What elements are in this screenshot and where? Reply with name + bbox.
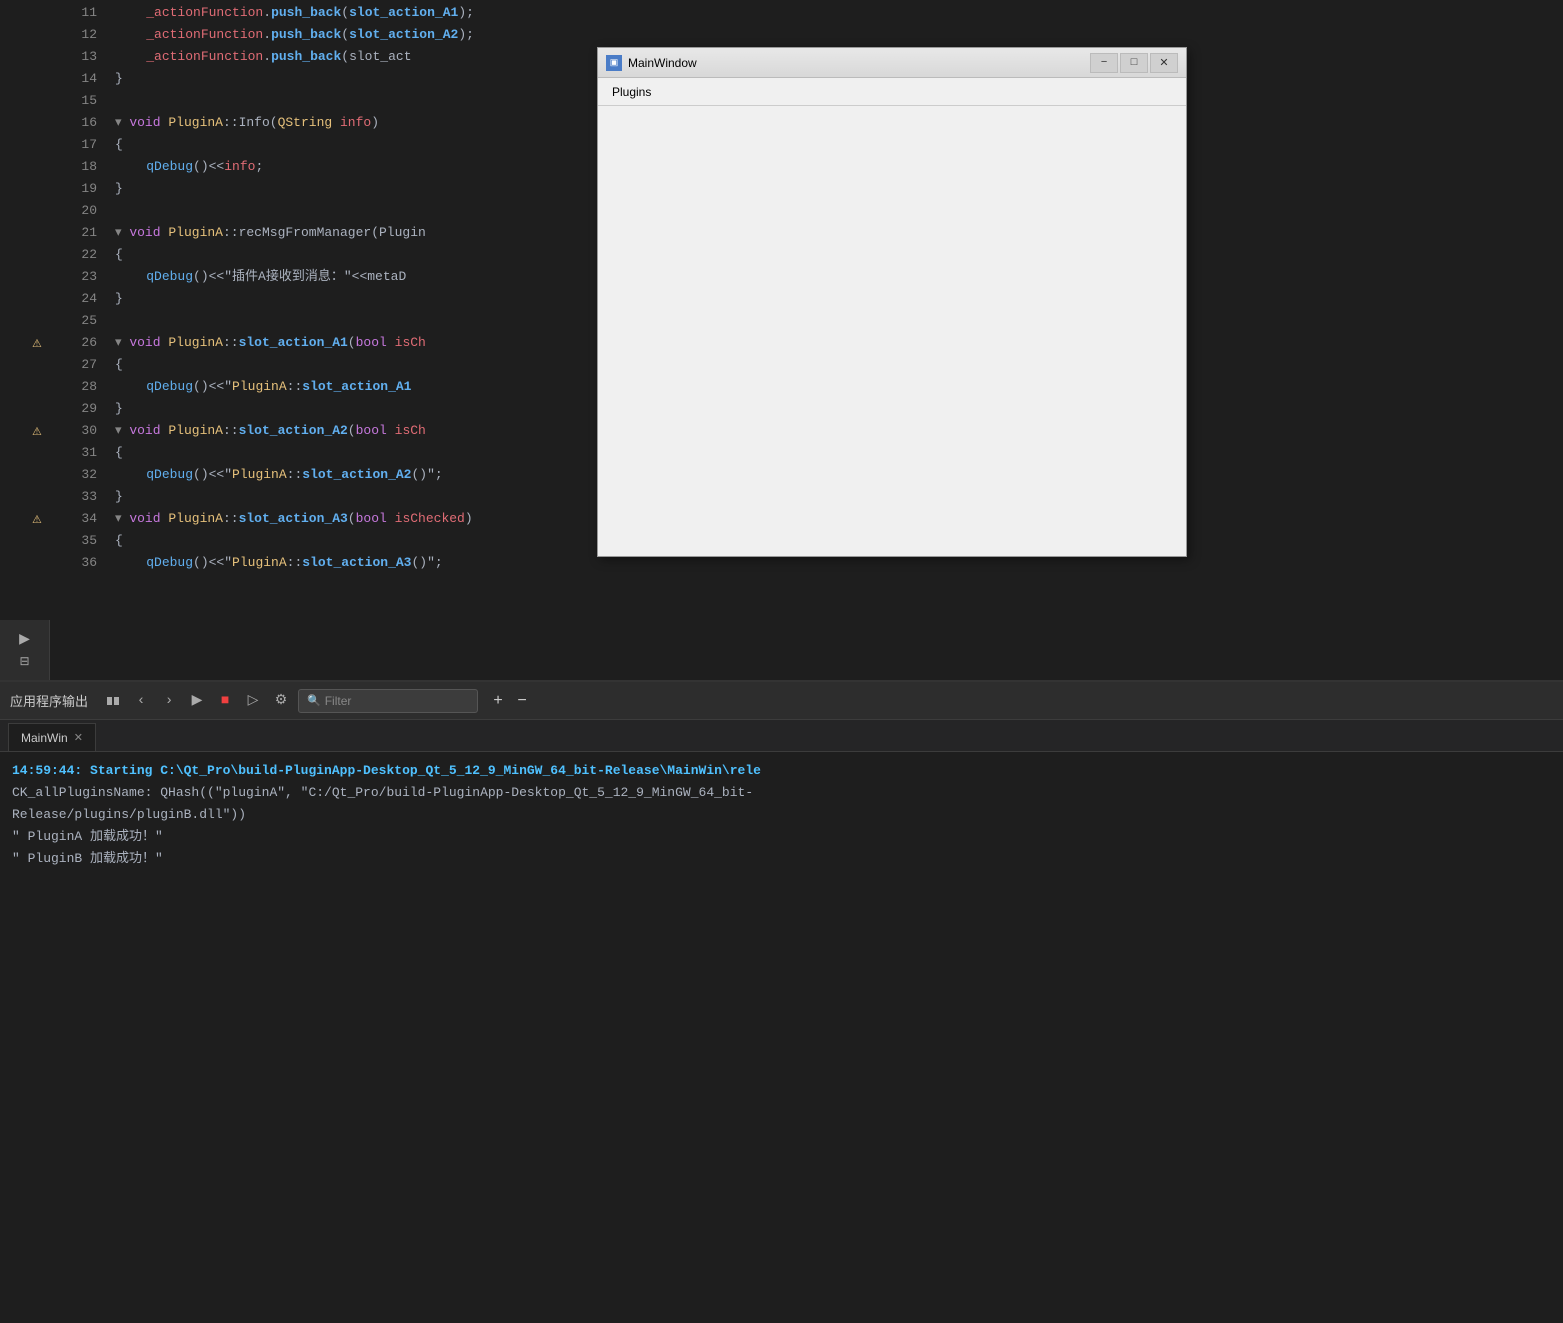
line-number-25: 25 — [50, 310, 97, 332]
fold-indicator[interactable]: ▾ — [115, 115, 129, 130]
code-line-11: _actionFunction.push_back(slot_action_A1… — [105, 2, 1563, 24]
line-number-28: 28 — [50, 376, 97, 398]
dialog-body — [598, 106, 1186, 556]
tab-close-icon[interactable]: ✕ — [74, 731, 83, 744]
line-number-13: 13 — [50, 46, 97, 68]
line-number-27: 27 — [50, 354, 97, 376]
dialog-minimize-button[interactable]: − — [1090, 53, 1118, 73]
dialog-maximize-button[interactable]: □ — [1120, 53, 1148, 73]
line-number-35: 35 — [50, 530, 97, 552]
line-number-14: 14 — [50, 68, 97, 90]
dialog-controls: − □ ✕ — [1090, 53, 1178, 73]
filter-search-icon: 🔍 — [307, 694, 321, 708]
code-line-12: _actionFunction.push_back(slot_action_A2… — [105, 24, 1563, 46]
output-line-3: " PluginA 加载成功！" — [12, 826, 1551, 848]
line-number-18: 18 — [50, 156, 97, 178]
output-toolbar: 应用程序输出 ‹ › ▶ ■ ▷ ⚙ 🔍 + − — [0, 682, 1563, 720]
dialog-titlebar: ▣ MainWindow − □ ✕ — [598, 48, 1186, 78]
line-number-12: 12 — [50, 24, 97, 46]
dialog-app-icon: ▣ — [606, 55, 622, 71]
toolbar-run-button[interactable]: ▶ — [186, 690, 208, 712]
line-number-17: 17 — [50, 134, 97, 156]
line-number-11: 11 — [50, 2, 97, 24]
output-line-1: CK_allPluginsName: QHash(("pluginA", "C:… — [12, 782, 1551, 804]
line-number-15: 15 — [50, 90, 97, 112]
right-arrow-icon[interactable]: ▶ — [19, 631, 30, 648]
output-line-2: Release/plugins/pluginB.dll")) — [12, 804, 1551, 826]
dialog-menu-plugins[interactable]: Plugins — [602, 81, 661, 103]
output-tab-mainwin[interactable]: MainWin ✕ — [8, 723, 96, 751]
fold-indicator[interactable]: ▾ — [115, 423, 129, 438]
toolbar-attach-button[interactable]: ▷ — [242, 690, 264, 712]
output-panel: 应用程序输出 ‹ › ▶ ■ ▷ ⚙ 🔍 + − MainWin ✕ 14:59… — [0, 680, 1563, 1323]
plus-minus-buttons: + − — [488, 691, 532, 711]
output-content: 14:59:44: Starting C:\Qt_Pro\build-Plugi… — [0, 752, 1563, 878]
toolbar-process-icon[interactable] — [102, 690, 124, 712]
zoom-in-button[interactable]: + — [488, 691, 508, 711]
dialog-title: MainWindow — [628, 56, 1090, 70]
toolbar-next-button[interactable]: › — [158, 690, 180, 712]
line-number-36: 36 — [50, 552, 97, 574]
line-number-30: ⚠30 — [50, 420, 97, 442]
line-number-32: 32 — [50, 464, 97, 486]
line-number-20: 20 — [50, 200, 97, 222]
toolbar-prev-button[interactable]: ‹ — [130, 690, 152, 712]
output-icon[interactable]: ⊟ — [19, 654, 29, 669]
tab-label: MainWin — [21, 731, 68, 745]
line-number-29: 29 — [50, 398, 97, 420]
warning-icon: ⚠ — [32, 422, 42, 444]
fold-indicator[interactable]: ▾ — [115, 335, 129, 350]
line-number-34: ⚠34 — [50, 508, 97, 530]
line-number-19: 19 — [50, 178, 97, 200]
main-window-dialog: ▣ MainWindow − □ ✕ Plugins — [597, 47, 1187, 557]
line-number-16: 16 — [50, 112, 97, 134]
fold-indicator[interactable]: ▾ — [115, 511, 129, 526]
dialog-close-button[interactable]: ✕ — [1150, 53, 1178, 73]
toolbar-settings-button[interactable]: ⚙ — [270, 690, 292, 712]
line-number-21: 21 — [50, 222, 97, 244]
line-number-26: ⚠26 — [50, 332, 97, 354]
toolbar-stop-button[interactable]: ■ — [214, 690, 236, 712]
output-line-0: 14:59:44: Starting C:\Qt_Pro\build-Plugi… — [12, 760, 1551, 782]
output-panel-title: 应用程序输出 — [10, 691, 88, 710]
dialog-menubar: Plugins — [598, 78, 1186, 106]
line-number-22: 22 — [50, 244, 97, 266]
line-number-33: 33 — [50, 486, 97, 508]
filter-input[interactable] — [325, 694, 455, 708]
output-line-4: " PluginB 加载成功！" — [12, 848, 1551, 870]
warning-icon: ⚠ — [32, 334, 42, 356]
output-tabs: MainWin ✕ — [0, 720, 1563, 752]
warning-icon: ⚠ — [32, 510, 42, 532]
line-number-31: 31 — [50, 442, 97, 464]
line-number-24: 24 — [50, 288, 97, 310]
zoom-out-button[interactable]: − — [512, 691, 532, 711]
line-number-23: 23 — [50, 266, 97, 288]
line-numbers: 111213141516171819202122232425⚠26272829⚠… — [50, 0, 105, 680]
filter-input-wrap[interactable]: 🔍 — [298, 689, 478, 713]
fold-indicator[interactable]: ▾ — [115, 225, 129, 240]
